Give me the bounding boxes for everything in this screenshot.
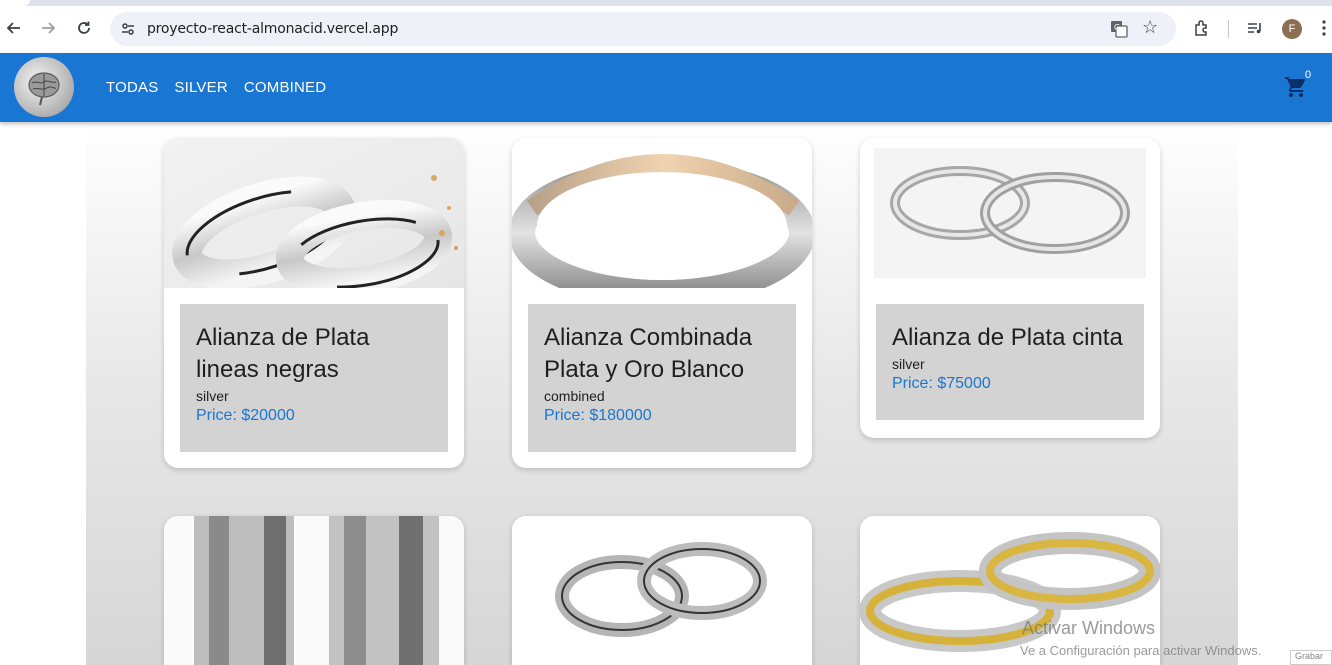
product-image[interactable] — [164, 138, 464, 288]
browser-toolbar: proyecto-react-almonacid.vercel.app G ☆ … — [0, 6, 1332, 53]
product-image[interactable] — [860, 138, 1160, 288]
product-card[interactable]: Alianza de Plata lineas negras silver Pr… — [164, 138, 464, 468]
translate-icon[interactable]: G — [1110, 20, 1128, 38]
product-price: Price: $75000 — [892, 375, 991, 392]
product-price: Price: $20000 — [196, 407, 295, 424]
reload-icon[interactable] — [72, 16, 96, 40]
address-bar[interactable]: proyecto-react-almonacid.vercel.app G ☆ — [110, 12, 1176, 46]
product-image[interactable] — [512, 516, 812, 665]
nav-link-todas[interactable]: TODAS — [106, 79, 158, 96]
recording-chip[interactable]: Grabar — [1290, 650, 1332, 665]
product-info: Alianza Combinada Plata y Oro Blanco com… — [528, 304, 796, 452]
product-price: Price: $180000 — [544, 407, 652, 424]
product-image[interactable] — [512, 138, 812, 288]
forward-arrow-icon[interactable] — [36, 16, 60, 40]
product-card[interactable]: Alianza Combinada Plata y Oro Blanco com… — [512, 138, 812, 468]
product-category: combined — [544, 388, 605, 404]
product-name: Alianza Combinada Plata y Oro Blanco — [544, 324, 753, 383]
toolbar-divider — [1228, 20, 1229, 38]
media-controls-icon[interactable] — [1243, 16, 1267, 40]
windows-activation-title: Activar Windows — [1022, 618, 1156, 638]
brand-logo[interactable] — [14, 57, 74, 117]
bookmark-star-icon[interactable]: ☆ — [1142, 17, 1158, 38]
nav-link-silver[interactable]: SILVER — [174, 79, 227, 96]
nav-link-combined[interactable]: COMBINED — [244, 79, 326, 96]
product-category: silver — [892, 356, 925, 372]
extensions-icon[interactable] — [1190, 16, 1214, 40]
cart-count-badge: 0 — [1305, 69, 1312, 81]
product-card[interactable]: Alianza de Plata cinta silver Price: $75… — [860, 138, 1160, 438]
product-category: silver — [196, 388, 229, 404]
menu-kebab-icon[interactable] — [1316, 16, 1332, 40]
windows-activation-subtitle: Ve a Configuración para activar Windows. — [1020, 643, 1262, 658]
profile-avatar[interactable]: F — [1282, 19, 1302, 39]
category-nav: TODAS SILVER COMBINED — [106, 79, 326, 96]
brain-logo-icon — [28, 72, 60, 106]
product-card[interactable] — [512, 516, 812, 665]
svg-text:G: G — [1114, 23, 1120, 32]
site-settings-icon[interactable] — [120, 21, 136, 37]
url-text[interactable]: proyecto-react-almonacid.vercel.app — [147, 21, 398, 37]
product-info: Alianza de Plata cinta silver Price: $75… — [876, 304, 1144, 420]
product-image[interactable] — [164, 516, 464, 665]
product-info: Alianza de Plata lineas negras silver Pr… — [180, 304, 448, 452]
back-arrow-icon[interactable] — [2, 16, 26, 40]
product-name: Alianza de Plata lineas negras — [196, 324, 370, 383]
product-name: Alianza de Plata cinta — [892, 324, 1123, 351]
product-card[interactable] — [164, 516, 464, 665]
app-navbar: TODAS SILVER COMBINED 0 — [0, 53, 1332, 122]
